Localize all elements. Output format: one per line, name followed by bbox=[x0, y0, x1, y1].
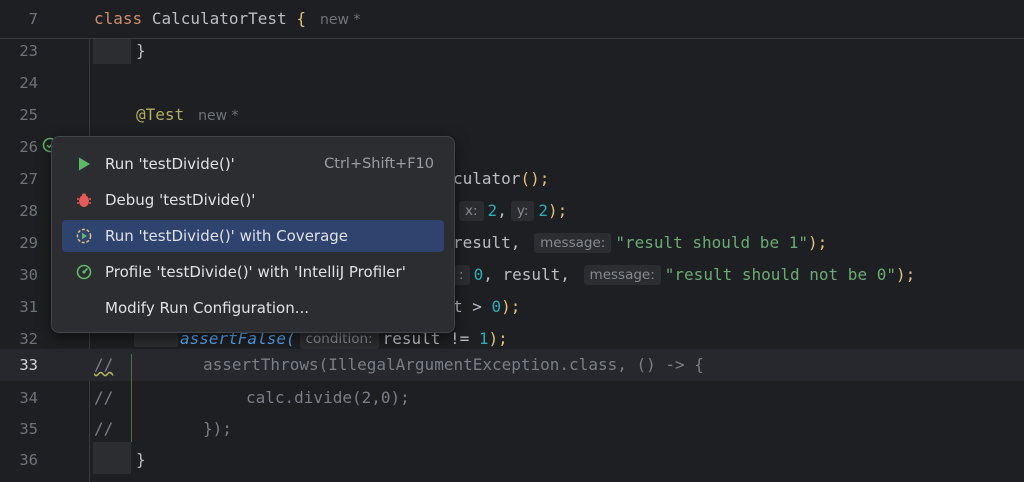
profiler-icon bbox=[76, 264, 92, 280]
param-hint: message: bbox=[583, 264, 661, 285]
line-number: 7 bbox=[28, 10, 38, 28]
param-hint: message: bbox=[534, 232, 612, 253]
code-line: 36 } bbox=[0, 444, 1024, 476]
code-text: { bbox=[296, 9, 306, 28]
commented-code: }); bbox=[203, 419, 232, 438]
comment-marker: // bbox=[94, 419, 114, 438]
code-text: ); bbox=[501, 297, 521, 316]
param-hint: x: bbox=[459, 200, 484, 221]
keyword: class bbox=[94, 9, 143, 28]
commented-code: calc.divide(2,0); bbox=[246, 388, 410, 407]
line-number: 29 bbox=[19, 234, 38, 252]
code-text: , result, bbox=[483, 265, 570, 284]
code-text: ); bbox=[488, 329, 508, 348]
new-marker[interactable]: new * bbox=[198, 108, 238, 124]
code-line: 25 @Test new * bbox=[0, 99, 1024, 131]
line-number: 31 bbox=[19, 298, 38, 316]
new-marker[interactable]: new * bbox=[320, 12, 360, 28]
line-number: 26 bbox=[19, 138, 38, 156]
class-name: CalculatorTest bbox=[151, 9, 287, 28]
number-literal: 0 bbox=[491, 297, 502, 316]
string-literal: "result should not be 0" bbox=[664, 265, 896, 284]
line-number: 34 bbox=[19, 389, 38, 407]
menu-item-label: Modify Run Configuration... bbox=[105, 299, 310, 317]
annotation-text: @Test bbox=[136, 105, 185, 124]
line-number: 28 bbox=[19, 202, 38, 220]
code-text: result, bbox=[453, 233, 521, 252]
code-text: } bbox=[136, 41, 146, 60]
commented-code: assertThrows(IllegalArgumentException.cl… bbox=[203, 355, 704, 374]
run-context-menu: Run 'testDivide()' Ctrl+Shift+F10 Debug … bbox=[51, 136, 455, 333]
number-literal: 1 bbox=[478, 329, 489, 348]
comment-marker: // bbox=[94, 355, 114, 374]
code-text: ); bbox=[807, 233, 828, 252]
code-text: (); bbox=[520, 169, 550, 188]
code-text: } bbox=[136, 450, 146, 469]
param-hint: : bbox=[453, 264, 470, 285]
line-number: 25 bbox=[19, 106, 38, 124]
code-line: 24 bbox=[0, 67, 1024, 99]
code-line: 33 // assertThrows(IllegalArgumentExcept… bbox=[0, 349, 1024, 381]
line-number: 27 bbox=[19, 170, 38, 188]
shortcut-label: Ctrl+Shift+F10 bbox=[324, 156, 434, 172]
line-number: 30 bbox=[19, 266, 38, 284]
param-hint: y: bbox=[510, 200, 535, 221]
run-icon bbox=[79, 157, 90, 171]
profile-menu-item[interactable]: Profile 'testDivide()' with 'IntelliJ Pr… bbox=[62, 256, 444, 288]
line-number: 23 bbox=[19, 42, 38, 60]
sticky-scope-header[interactable]: 7 class CalculatorTest { new * bbox=[0, 0, 1024, 39]
coverage-icon bbox=[76, 228, 92, 244]
menu-item-label: Profile 'testDivide()' with 'IntelliJ Pr… bbox=[105, 263, 406, 281]
change-marker bbox=[131, 354, 132, 442]
code-line: 23 } bbox=[0, 35, 1024, 67]
number-literal: 2 bbox=[538, 201, 549, 220]
menu-item-label: Run 'testDivide()' bbox=[105, 155, 235, 173]
code-text: culator bbox=[453, 169, 521, 188]
number-literal: 0 bbox=[473, 265, 484, 284]
debug-icon bbox=[77, 193, 91, 207]
code-text: , bbox=[497, 201, 507, 220]
line-number: 36 bbox=[19, 451, 38, 469]
modify-run-configuration-menu-item[interactable]: Modify Run Configuration... bbox=[62, 292, 444, 324]
code-line: 35 // }); bbox=[0, 413, 1024, 445]
code-text: ); bbox=[548, 201, 568, 220]
code-text: t > bbox=[453, 297, 492, 316]
menu-item-label: Run 'testDivide()' with Coverage bbox=[105, 227, 349, 245]
menu-item-label: Debug 'testDivide()' bbox=[105, 191, 256, 209]
code-line: 34 // calc.divide(2,0); bbox=[0, 382, 1024, 414]
line-number: 24 bbox=[19, 74, 38, 92]
run-with-coverage-menu-item[interactable]: Run 'testDivide()' with Coverage bbox=[62, 220, 444, 252]
line-number: 35 bbox=[19, 420, 38, 438]
code-text: ); bbox=[895, 265, 916, 284]
number-literal: 2 bbox=[487, 201, 498, 220]
comment-marker: // bbox=[94, 388, 114, 407]
debug-menu-item[interactable]: Debug 'testDivide()' bbox=[62, 184, 444, 216]
line-number: 33 bbox=[19, 356, 38, 374]
string-literal: "result should be 1" bbox=[615, 233, 808, 252]
run-menu-item[interactable]: Run 'testDivide()' Ctrl+Shift+F10 bbox=[62, 148, 444, 180]
